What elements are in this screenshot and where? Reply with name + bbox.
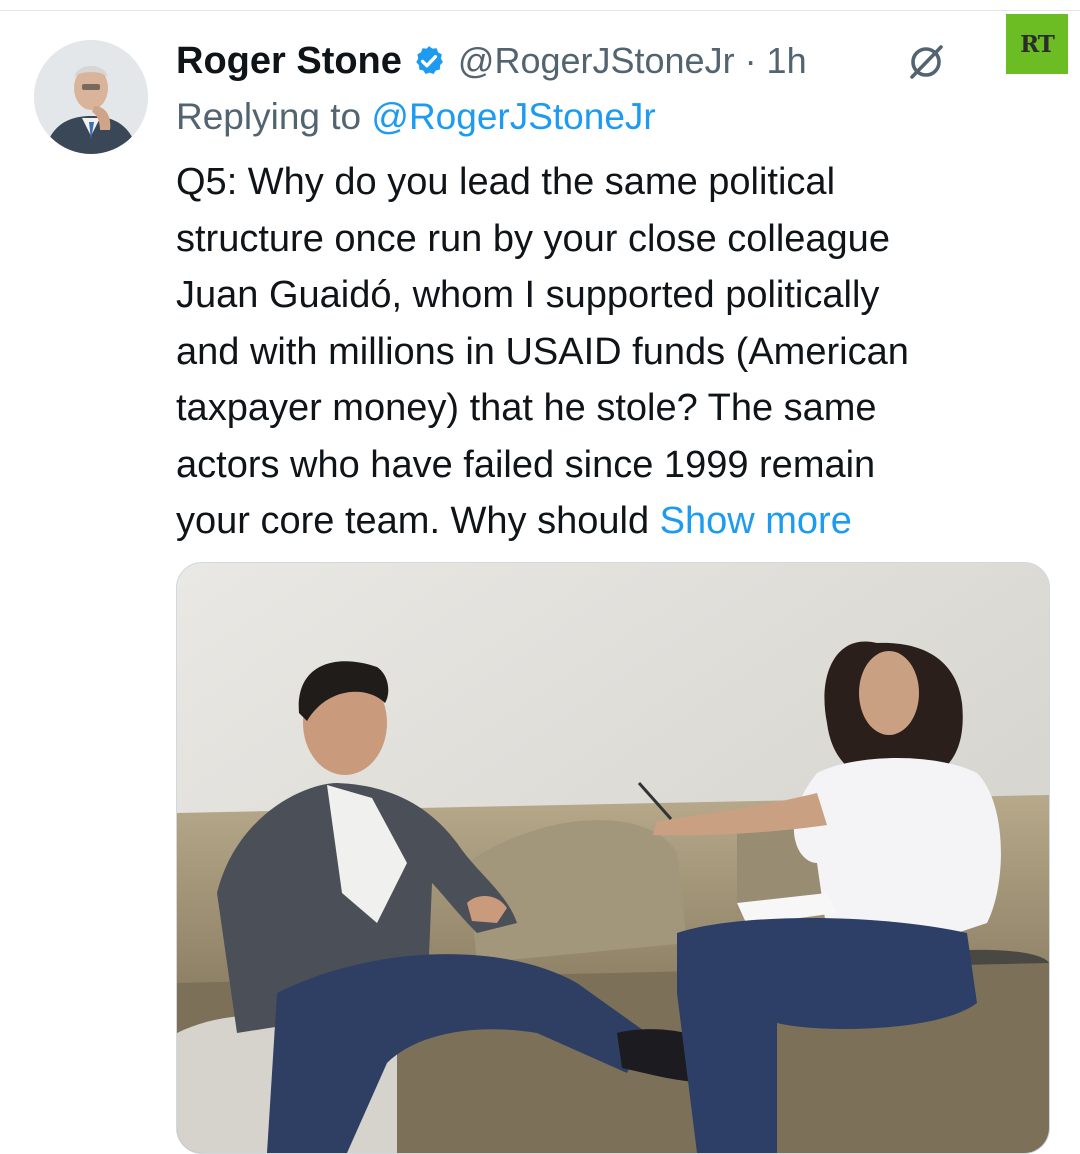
handle-and-timestamp[interactable]: @RogerJStoneJr · 1h <box>458 40 807 82</box>
tweet-text-line: your core team. Why should <box>176 500 650 542</box>
tweet-text-line: taxpayer money) that he stole? The same <box>176 387 877 429</box>
photo-two-people-on-couch <box>177 563 1049 1153</box>
replying-to: Replying to @RogerJStoneJr <box>176 96 656 138</box>
tweet-text-line: and with millions in USAID funds (Americ… <box>176 330 909 373</box>
tweet-text: Q5: Why do you lead the same political s… <box>176 154 1056 550</box>
tweet-header: Roger Stone @RogerJStoneJr · 1h <box>176 36 807 86</box>
show-more-link[interactable]: Show more <box>660 500 852 542</box>
tweet-text-line: Juan Guaidó, whom I supported politicall… <box>176 274 880 316</box>
replying-prefix: Replying to <box>176 96 362 137</box>
tweet-text-line: actors who have failed since 1999 remain <box>176 443 876 486</box>
grok-icon[interactable] <box>904 40 948 84</box>
verified-badge-icon <box>416 46 443 75</box>
display-name[interactable]: Roger Stone <box>176 40 402 83</box>
tweet-text-last-line: your core team. Why should Show more <box>176 493 1056 550</box>
tweet-text-line: Q5: Why do you lead the same political <box>176 161 836 203</box>
tweet-text-line: structure once run by your close colleag… <box>176 217 890 260</box>
rt-watermark-logo: RT <box>1006 14 1068 74</box>
top-divider <box>0 10 1080 11</box>
avatar[interactable] <box>34 40 148 154</box>
tweet-media-image[interactable] <box>176 562 1050 1154</box>
replying-handle-link[interactable]: @RogerJStoneJr <box>371 96 655 137</box>
avatar-photo <box>34 40 148 154</box>
